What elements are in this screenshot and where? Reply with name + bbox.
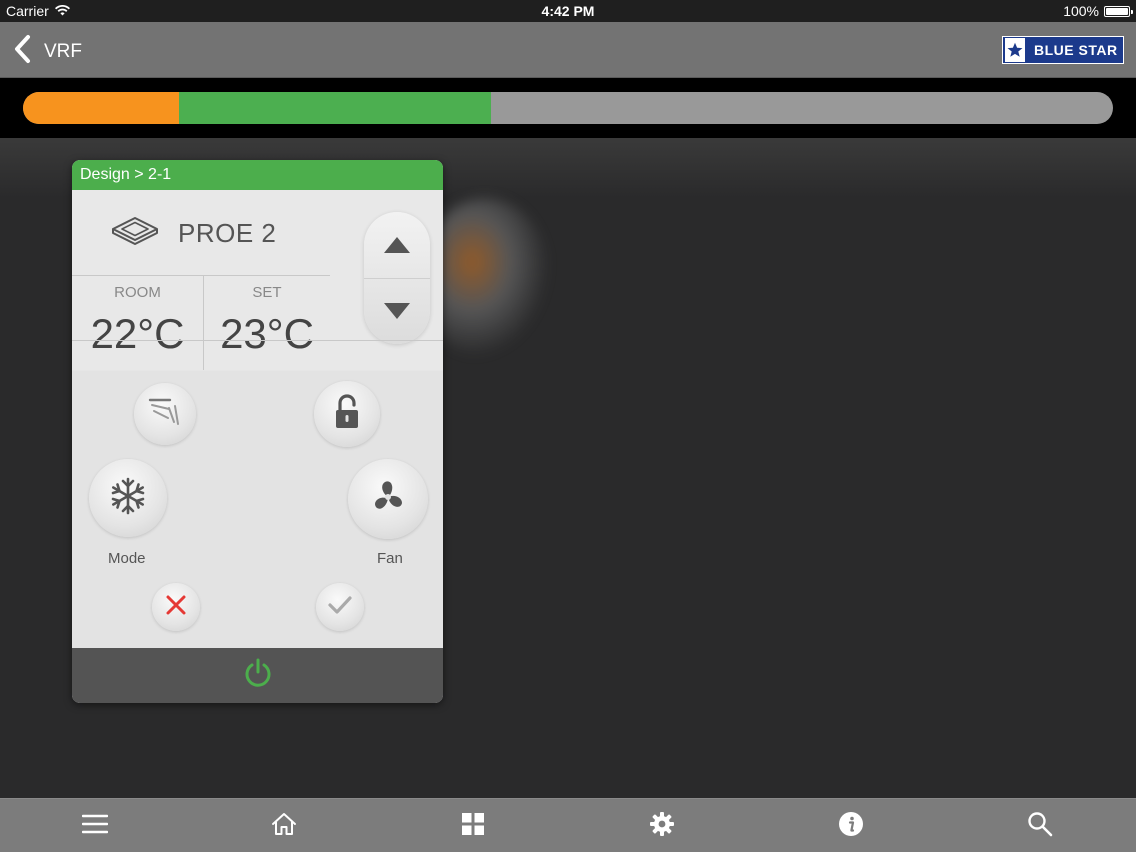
status-time: 4:42 PM [541, 3, 595, 19]
indoor-unit-card: Design > 2-1 PROE 2 ROOM 22°C SET 23°C M… [72, 160, 443, 703]
progress-strip [0, 78, 1136, 138]
chevron-left-icon [12, 34, 32, 69]
tab-menu[interactable] [78, 809, 112, 843]
progress-segment-orange [23, 92, 179, 124]
logo-text: BLUE STAR [1034, 42, 1118, 58]
battery-percent: 100% [1063, 3, 1099, 19]
tab-search[interactable] [1023, 809, 1057, 843]
grid-icon [461, 812, 485, 841]
back-button[interactable]: VRF [12, 34, 82, 69]
battery-icon [1104, 5, 1133, 17]
temperature-down-button[interactable] [364, 278, 430, 344]
card-breadcrumb: Design > 2-1 [72, 160, 443, 190]
mode-button[interactable] [89, 459, 167, 537]
fan-icon [368, 477, 408, 522]
unit-name: PROE 2 [178, 218, 277, 248]
cassette-ac-icon [110, 215, 160, 252]
menu-icon [81, 813, 109, 840]
home-icon [271, 812, 297, 841]
progress-bar [23, 92, 1113, 124]
mode-label: Mode [108, 550, 146, 567]
room-label: ROOM [114, 284, 161, 301]
fan-label: Fan [377, 550, 403, 567]
progress-segment-green [178, 92, 491, 124]
control-panel: Mode Fan [72, 371, 443, 648]
status-right: 100% [1063, 3, 1133, 19]
temperature-stepper [364, 212, 430, 344]
power-bar [72, 648, 443, 703]
tab-info[interactable] [834, 809, 868, 843]
divider [72, 340, 443, 341]
card-status-area: PROE 2 ROOM 22°C SET 23°C [72, 190, 443, 370]
power-icon [242, 657, 274, 694]
swing-icon [145, 394, 185, 435]
tab-bar [0, 798, 1136, 852]
tab-grid[interactable] [456, 809, 490, 843]
room-temperature-value: 22°C [90, 310, 185, 357]
close-icon [165, 594, 187, 621]
unit-row: PROE 2 [72, 190, 330, 276]
star-icon [1005, 38, 1025, 62]
unlocked-icon [333, 393, 361, 435]
status-bar: Carrier 4:42 PM 100% [0, 0, 1136, 22]
lock-button[interactable] [314, 381, 380, 447]
navigation-bar: VRF BLUE STAR [0, 22, 1136, 78]
fan-button[interactable] [348, 459, 428, 539]
set-label: SET [252, 284, 282, 301]
set-temperature: SET 23°C [204, 276, 330, 370]
set-temperature-value: 23°C [220, 310, 314, 357]
check-icon [327, 595, 353, 620]
blue-star-logo: BLUE STAR [1002, 36, 1124, 64]
room-temperature: ROOM 22°C [72, 276, 204, 370]
cancel-button[interactable] [152, 583, 200, 631]
page-title: VRF [44, 40, 82, 62]
tab-home[interactable] [267, 809, 301, 843]
gear-icon [649, 811, 675, 842]
temperature-up-button[interactable] [364, 212, 430, 278]
confirm-button[interactable] [316, 583, 364, 631]
info-icon [838, 811, 864, 842]
swing-button[interactable] [134, 383, 196, 445]
tab-settings[interactable] [645, 809, 679, 843]
snowflake-icon [108, 476, 148, 521]
power-button[interactable] [238, 656, 278, 696]
search-icon [1027, 811, 1053, 842]
